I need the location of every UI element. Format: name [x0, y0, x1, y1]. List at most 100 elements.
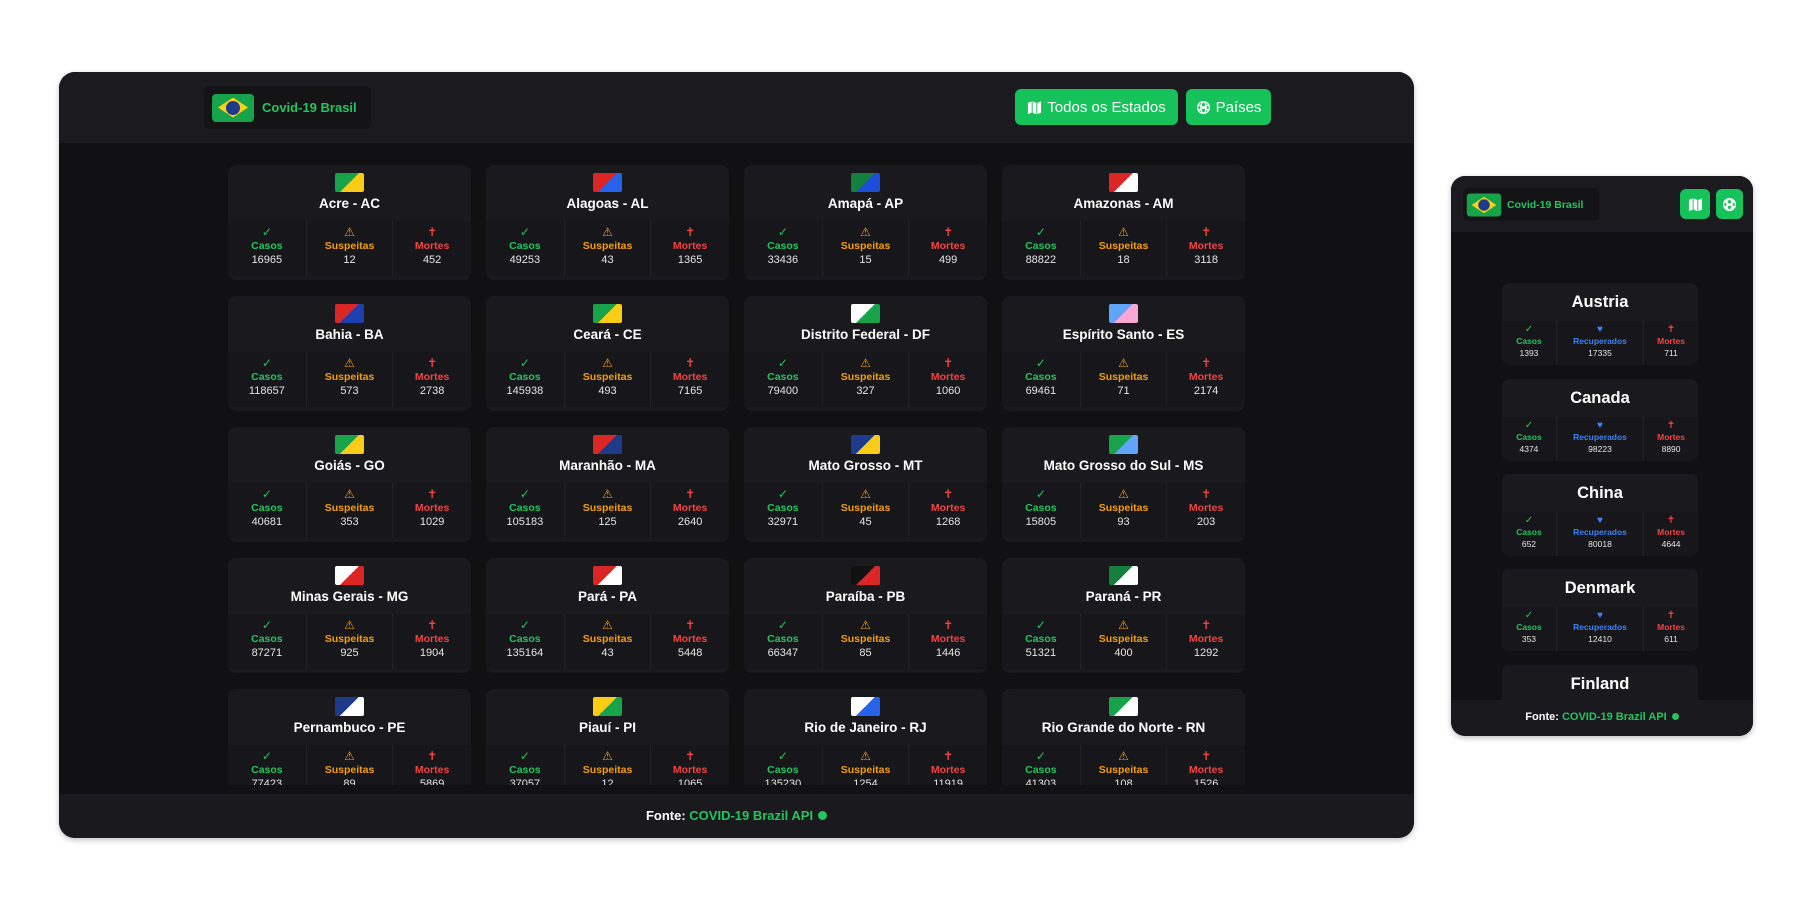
stat-value: 69461	[1025, 385, 1057, 397]
state-stats: ✓ Casos 15805 ⚠ Suspeitas 93 ✝ Mortes 203	[1002, 483, 1245, 538]
state-stats: ✓ Casos 118657 ⚠ Suspeitas 573 ✝ Mortes 2738	[228, 352, 471, 407]
stat-label: Suspeitas	[840, 633, 891, 645]
state-card[interactable]: Piauí - PI ✓ Casos 37057 ⚠ Suspeitas 12 ✝ Mortes…	[486, 689, 729, 785]
stat-value: 15	[859, 254, 872, 266]
check-icon: ✓	[1035, 225, 1046, 239]
state-card[interactable]: Paraíba - PB ✓ Casos 66347 ⚠ Suspeitas 85 ✝ Mort…	[744, 558, 987, 673]
state-card[interactable]: Mato Grosso do Sul - MS ✓ Casos 15805 ⚠ Suspe…	[1002, 427, 1245, 542]
state-card[interactable]: Pernambuco - PE ✓ Casos 77423 ⚠ Suspeitas 89 ✝ M…	[228, 689, 471, 785]
all-states-button[interactable]: Todos os Estados	[1015, 89, 1178, 125]
stat-label: Mortes	[1657, 622, 1685, 632]
check-icon: ✓	[1524, 515, 1534, 526]
check-icon: ✓	[261, 225, 272, 239]
warning-icon: ⚠	[1118, 749, 1129, 763]
state-card[interactable]: Rio Grande do Norte - RN ✓ Casos 41303 ⚠ Susp…	[1002, 689, 1245, 785]
country-stats: ✓ Casos 1393 ♥ Recuperados 17335 ✝ Mortes 711	[1502, 321, 1698, 365]
state-card[interactable]: Bahia - BA ✓ Casos 118657 ⚠ Suspeitas 573 ✝ Mort…	[228, 296, 471, 411]
state-card[interactable]: Minas Gerais - MG ✓ Casos 87271 ⚠ Suspeitas 92…	[228, 558, 471, 673]
state-stats: ✓ Casos 69461 ⚠ Suspeitas 71 ✝ Mortes 2174	[1002, 352, 1245, 407]
footer-source-link[interactable]: COVID-19 Brazil API	[689, 808, 813, 823]
country-card[interactable]: China ✓ Casos 652 ♥ Recuperados 80018 ✝ Mortes 46…	[1502, 474, 1698, 556]
state-stats: ✓ Casos 16965 ⚠ Suspeitas 12 ✝ Mortes 452	[228, 221, 471, 276]
map-icon	[1028, 100, 1042, 114]
country-stats: ✓ Casos 652 ♥ Recuperados 80018 ✝ Mortes 4644	[1502, 512, 1698, 556]
stat-cross: ✝ Mortes 1065	[651, 745, 729, 786]
stat-cross: ✝ Mortes 2738	[393, 352, 471, 407]
stat-value: 32971	[767, 516, 799, 528]
stat-label: Casos	[509, 371, 541, 383]
stat-warning: ⚠ Suspeitas 15	[821, 221, 910, 276]
stat-label: Suspeitas	[1098, 240, 1149, 252]
state-card[interactable]: Pará - PA ✓ Casos 135164 ⚠ Suspeitas 43 ✝ Mortes…	[486, 558, 729, 673]
state-stats: ✓ Casos 135230 ⚠ Suspeitas 1254 ✝ Mortes 11919	[744, 745, 987, 785]
stat-label: Suspeitas	[840, 502, 891, 514]
country-card[interactable]: Canada ✓ Casos 4374 ♥ Recuperados 98223 ✝ Mortes…	[1502, 379, 1698, 461]
state-card[interactable]: Goiás - GO ✓ Casos 40681 ⚠ Suspeitas 353 ✝ Morte…	[228, 427, 471, 542]
state-card[interactable]: Mato Grosso - MT ✓ Casos 32971 ⚠ Suspeitas 45 ✝…	[744, 427, 987, 542]
state-name: Paraíba - PB	[825, 589, 906, 604]
country-card[interactable]: Denmark ✓ Casos 353 ♥ Recuperados 12410 ✝ Mortes…	[1502, 569, 1698, 651]
stat-cross: ✝ Mortes 1526	[1167, 745, 1245, 786]
cross-icon: ✝	[943, 487, 954, 501]
all-states-label: Todos os Estados	[1047, 98, 1166, 116]
mobile-countries-button[interactable]	[1716, 189, 1743, 219]
stat-warning: ⚠ Suspeitas 925	[305, 614, 394, 669]
stat-label: Suspeitas	[324, 240, 375, 252]
stat-label: Mortes	[1188, 764, 1224, 776]
warning-icon: ⚠	[1118, 225, 1129, 239]
state-card[interactable]: Distrito Federal - DF ✓ Casos 79400 ⚠ Suspeit…	[744, 296, 987, 411]
state-flag-icon	[1109, 566, 1138, 585]
state-card[interactable]: Alagoas - AL ✓ Casos 49253 ⚠ Suspeitas 43 ✝ Mort…	[486, 165, 729, 280]
brand-logo[interactable]: Covid-19 Brasil	[204, 86, 371, 129]
stat-check: ✓ Casos 15805	[1002, 483, 1080, 538]
stat-label: Casos	[509, 764, 541, 776]
state-card[interactable]: Amapá - AP ✓ Casos 33436 ⚠ Suspeitas 15 ✝ Mortes…	[744, 165, 987, 280]
stat-warning: ⚠ Suspeitas 327	[821, 352, 910, 407]
stat-cross: ✝ Mortes 11919	[909, 745, 987, 786]
mobile-states-button[interactable]	[1680, 189, 1710, 219]
state-card[interactable]: Ceará - CE ✓ Casos 145938 ⚠ Suspeitas 493 ✝ Mort…	[486, 296, 729, 411]
countries-button[interactable]: Países	[1186, 89, 1271, 125]
stat-value: 125	[598, 516, 617, 528]
state-name: Maranhão - MA	[559, 458, 656, 473]
state-stats: ✓ Casos 66347 ⚠ Suspeitas 85 ✝ Mortes 1446	[744, 614, 987, 669]
state-card[interactable]: Acre - AC ✓ Casos 16965 ⚠ Suspeitas 12 ✝ Mortes 4…	[228, 165, 471, 280]
stat-label: Mortes	[672, 371, 708, 383]
country-stats: ✓ Casos 4374 ♥ Recuperados 98223 ✝ Mortes 8890	[1502, 417, 1698, 461]
stat-check: ✓ Casos 1393	[1502, 321, 1556, 365]
stat-value: 452	[422, 254, 442, 266]
state-card[interactable]: Amazonas - AM ✓ Casos 88822 ⚠ Suspeitas 18 ✝ Mor…	[1002, 165, 1245, 280]
stat-value: 1393	[1519, 348, 1539, 358]
warning-icon: ⚠	[344, 749, 355, 763]
state-stats: ✓ Casos 135164 ⚠ Suspeitas 43 ✝ Mortes 5448	[486, 614, 729, 669]
state-name: Goiás - GO	[314, 458, 385, 473]
stat-warning: ⚠ Suspeitas 400	[1079, 614, 1168, 669]
state-name: Rio de Janeiro - RJ	[804, 720, 927, 735]
stat-label: Casos	[509, 633, 541, 645]
warning-icon: ⚠	[344, 225, 355, 239]
state-stats: ✓ Casos 105183 ⚠ Suspeitas 125 ✝ Mortes 2640	[486, 483, 729, 538]
stat-warning: ⚠ Suspeitas 12	[563, 745, 652, 785]
state-card[interactable]: Paraná - PR ✓ Casos 51321 ⚠ Suspeitas 400 ✝ Mort…	[1002, 558, 1245, 673]
stat-value: 118657	[248, 385, 285, 397]
stat-value: 12	[601, 778, 614, 785]
footer-source-link[interactable]: COVID-19 Brazil API	[1562, 711, 1667, 723]
stat-check: ✓ Casos 40681	[228, 483, 306, 538]
stat-warning: ⚠ Suspeitas 493	[563, 352, 652, 407]
check-icon: ✓	[519, 225, 530, 239]
stat-label: Suspeitas	[840, 371, 891, 383]
cross-icon: ✝	[1201, 487, 1212, 501]
mobile-brand-logo[interactable]: Covid-19 Brasil	[1463, 188, 1599, 221]
country-card[interactable]: Austria ✓ Casos 1393 ♥ Recuperados 17335 ✝ Morte…	[1502, 283, 1698, 365]
state-card[interactable]: Maranhão - MA ✓ Casos 105183 ⚠ Suspeitas 125 ✝ M…	[486, 427, 729, 542]
stat-value: 1029	[419, 516, 445, 528]
state-flag-icon	[851, 435, 880, 454]
stat-label: Casos	[767, 502, 799, 514]
check-icon: ✓	[1524, 324, 1534, 335]
state-name: Minas Gerais - MG	[290, 589, 409, 604]
state-card[interactable]: Espírito Santo - ES ✓ Casos 69461 ⚠ Suspeitas…	[1002, 296, 1245, 411]
stat-label: Suspeitas	[324, 502, 375, 514]
state-card[interactable]: Rio de Janeiro - RJ ✓ Casos 135230 ⚠ Suspeita…	[744, 689, 987, 785]
stat-value: 11919	[933, 778, 963, 785]
stat-warning: ⚠ Suspeitas 45	[821, 483, 910, 538]
